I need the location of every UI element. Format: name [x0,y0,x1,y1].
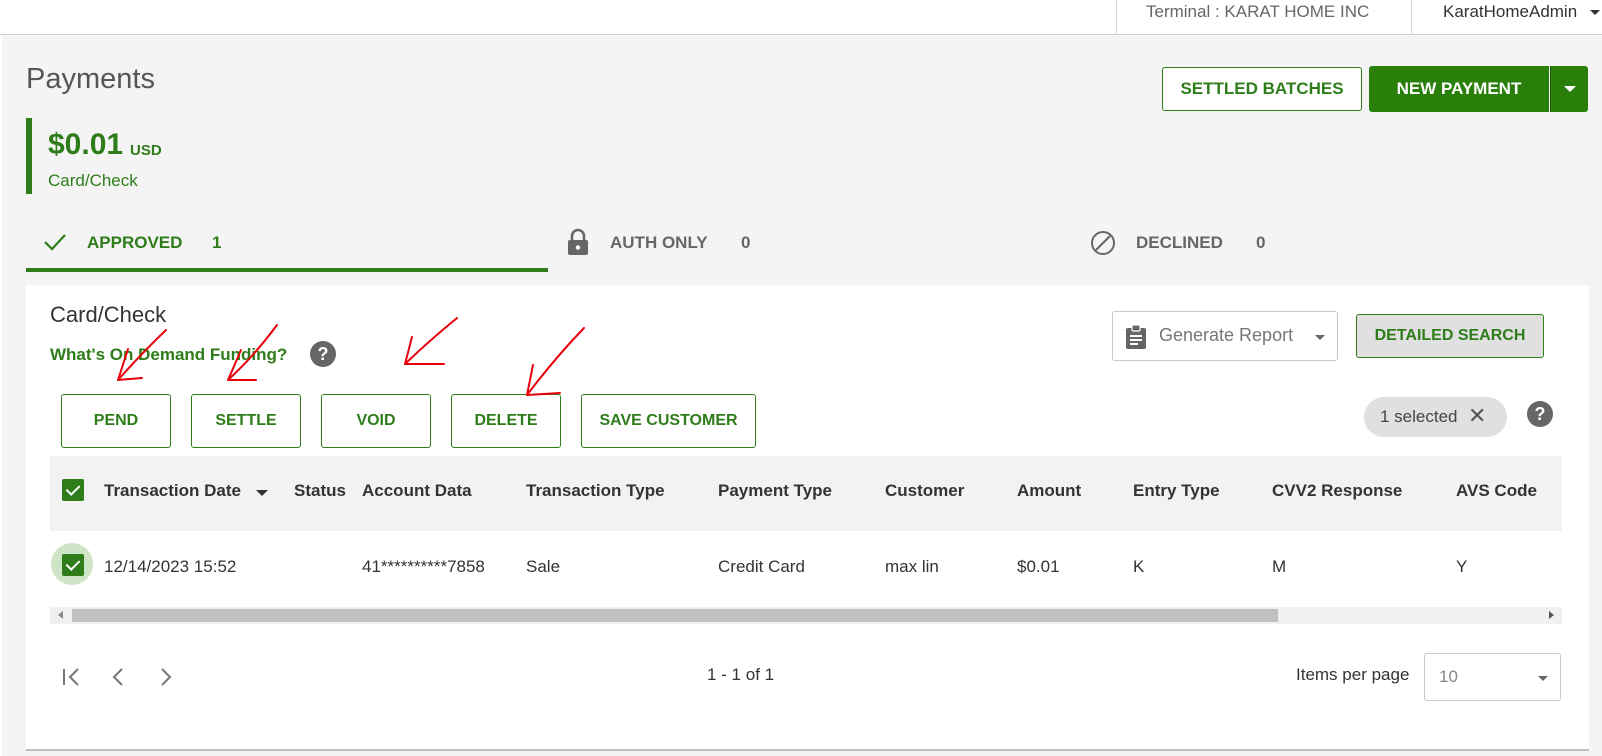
tab-auth-only[interactable]: AUTH ONLY 0 [560,222,1080,272]
generate-report-placeholder: Generate Report [1159,325,1294,345]
summary-label: Card/Check [48,171,138,190]
lock-icon [568,228,588,255]
divider [1116,0,1117,34]
sort-desc-icon[interactable] [256,490,268,496]
column-header-entry-type[interactable]: Entry Type [1133,481,1220,501]
table-row[interactable] [50,531,1562,606]
column-header-payment-type[interactable]: Payment Type [718,481,832,501]
column-header-customer[interactable]: Customer [885,481,964,501]
check-icon [44,234,66,251]
column-header-status[interactable]: Status [294,481,346,501]
previous-page-icon[interactable] [111,667,125,687]
settle-button[interactable]: SETTLE [191,394,301,448]
column-header-amount[interactable]: Amount [1017,481,1081,501]
tab-label: APPROVED [87,233,183,252]
summary-amount: $0.01 [48,128,124,161]
pagination-range: 1 - 1 of 1 [707,665,775,684]
generate-report-select[interactable]: Generate Report [1112,311,1338,361]
tab-declined[interactable]: DECLINED 0 [1086,222,1586,272]
divider [1411,0,1412,34]
tab-label: AUTH ONLY [610,233,708,252]
settled-batches-button[interactable]: SETTLED BATCHES [1162,67,1362,111]
cell-account-data: 41**********7858 [362,557,485,576]
left-edge [0,35,2,756]
items-per-page-value: 10 [1439,667,1458,686]
close-icon[interactable]: ✕ [1468,405,1486,427]
void-button[interactable]: VOID [321,394,431,448]
scrollbar-thumb[interactable] [72,609,1278,622]
scroll-right-icon[interactable] [1549,611,1554,619]
chevron-down-icon [1538,676,1548,681]
column-header-avs-code[interactable]: AVS Code [1456,481,1537,501]
detailed-search-button[interactable]: DETAILED SEARCH [1356,314,1544,358]
first-page-icon[interactable] [61,667,83,687]
tab-count: 0 [1256,233,1266,252]
tab-count: 1 [212,233,222,252]
pend-button[interactable]: PEND [61,394,171,448]
column-header-account-data[interactable]: Account Data [362,481,472,501]
chevron-down-icon[interactable] [1590,10,1600,15]
row-checkbox[interactable] [62,554,84,576]
chevron-down-icon [1564,86,1576,92]
selected-count: 1 selected [1380,407,1458,426]
tab-count: 0 [741,233,751,252]
items-per-page-select[interactable]: 10 [1424,653,1561,701]
card-title: Card/Check [50,302,167,327]
select-all-checkbox[interactable] [62,479,84,501]
clipboard-icon [1126,324,1146,349]
summary-currency: USD [130,142,162,159]
cell-cvv2-response: M [1272,557,1287,576]
help-icon[interactable]: ? [1527,401,1553,427]
new-payment-button[interactable]: NEW PAYMENT [1369,66,1549,112]
top-bar: Terminal : KARAT HOME INC KaratHomeAdmin [0,0,1602,35]
cell-transaction-date: 12/14/2023 15:52 [104,557,237,576]
summary-accent-bar [26,118,32,194]
tab-approved[interactable]: APPROVED 1 [26,222,548,272]
page-title: Payments [26,63,155,95]
cell-customer: max lin [885,557,939,576]
on-demand-funding-link[interactable]: What's On Demand Funding? [50,345,287,365]
scroll-left-icon[interactable] [58,611,63,619]
horizontal-scrollbar[interactable] [50,607,1562,624]
delete-button[interactable]: DELETE [451,394,561,448]
items-per-page-label: Items per page [1296,665,1410,684]
help-icon[interactable]: ? [310,341,336,367]
cell-amount: $0.01 [1017,557,1060,576]
cell-payment-type: Credit Card [718,557,805,576]
column-header-transaction-date[interactable]: Transaction Date [104,481,241,501]
user-menu[interactable]: KaratHomeAdmin [1443,2,1577,22]
save-customer-button[interactable]: SAVE CUSTOMER [581,394,756,448]
cell-avs-code: Y [1456,557,1468,576]
selection-chip: 1 selected ✕ [1364,397,1507,437]
next-page-icon[interactable] [159,667,173,687]
blocked-icon [1091,231,1115,255]
column-header-cvv2-response[interactable]: CVV2 Response [1272,481,1402,501]
tab-label: DECLINED [1136,233,1223,252]
cell-entry-type: K [1133,557,1145,576]
chevron-down-icon [1315,335,1325,340]
terminal-label: Terminal : KARAT HOME INC [1146,2,1370,21]
new-payment-dropdown-button[interactable] [1550,66,1588,112]
cell-transaction-type: Sale [526,557,561,576]
column-header-transaction-type[interactable]: Transaction Type [526,481,665,501]
